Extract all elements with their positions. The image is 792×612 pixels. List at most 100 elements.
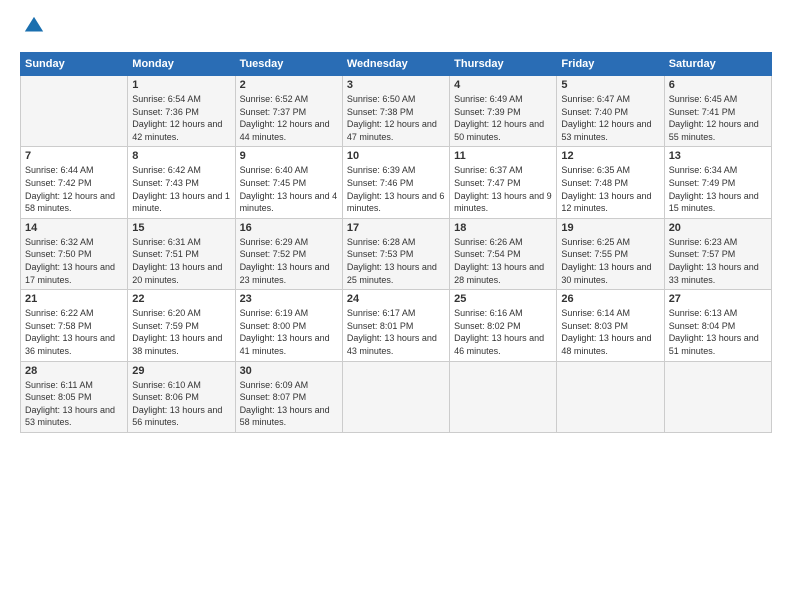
calendar-cell: 12 Sunrise: 6:35 AMSunset: 7:48 PMDayligh… [557,147,664,218]
day-number: 23 [240,293,338,305]
day-info: Sunrise: 6:49 AMSunset: 7:39 PMDaylight:… [454,93,552,143]
day-info: Sunrise: 6:28 AMSunset: 7:53 PMDaylight:… [347,236,445,286]
day-info: Sunrise: 6:52 AMSunset: 7:37 PMDaylight:… [240,93,338,143]
calendar-cell: 3 Sunrise: 6:50 AMSunset: 7:38 PMDaylight… [342,76,449,147]
day-number: 13 [669,150,767,162]
day-number: 16 [240,222,338,234]
day-info: Sunrise: 6:44 AMSunset: 7:42 PMDaylight:… [25,164,123,214]
day-info: Sunrise: 6:22 AMSunset: 7:58 PMDaylight:… [25,307,123,357]
day-number: 26 [561,293,659,305]
calendar-week-2: 7 Sunrise: 6:44 AMSunset: 7:42 PMDaylight… [21,147,772,218]
calendar-cell [450,361,557,432]
calendar-cell: 23 Sunrise: 6:19 AMSunset: 8:00 PMDayligh… [235,290,342,361]
day-number: 12 [561,150,659,162]
day-number: 30 [240,365,338,377]
day-number: 1 [132,79,230,91]
calendar-week-3: 14Sunrise: 6:32 AMSunset: 7:50 PMDayligh… [21,218,772,289]
weekday-header-wednesday: Wednesday [342,53,449,76]
day-info: Sunrise: 6:23 AMSunset: 7:57 PMDaylight:… [669,236,767,286]
logo-icon [23,15,45,42]
calendar-cell: 4 Sunrise: 6:49 AMSunset: 7:39 PMDaylight… [450,76,557,147]
day-number: 24 [347,293,445,305]
day-number: 6 [669,79,767,91]
calendar-cell: 8 Sunrise: 6:42 AMSunset: 7:43 PMDaylight… [128,147,235,218]
calendar-cell: 26 Sunrise: 6:14 AMSunset: 8:03 PMDayligh… [557,290,664,361]
weekday-header-sunday: Sunday [21,53,128,76]
weekday-row: SundayMondayTuesdayWednesdayThursdayFrid… [21,53,772,76]
calendar-cell: 11 Sunrise: 6:37 AMSunset: 7:47 PMDayligh… [450,147,557,218]
calendar-week-1: 1Sunrise: 6:54 AMSunset: 7:36 PMDaylight… [21,76,772,147]
day-info: Sunrise: 6:47 AMSunset: 7:40 PMDaylight:… [561,93,659,143]
calendar-week-5: 28Sunrise: 6:11 AMSunset: 8:05 PMDayligh… [21,361,772,432]
calendar-cell: 13 Sunrise: 6:34 AMSunset: 7:49 PMDayligh… [664,147,771,218]
calendar-cell: 10Sunrise: 6:39 AMSunset: 7:46 PMDayligh… [342,147,449,218]
day-number: 22 [132,293,230,305]
day-info: Sunrise: 6:26 AMSunset: 7:54 PMDaylight:… [454,236,552,286]
day-number: 19 [561,222,659,234]
weekday-header-monday: Monday [128,53,235,76]
day-info: Sunrise: 6:34 AMSunset: 7:49 PMDaylight:… [669,164,767,214]
day-number: 4 [454,79,552,91]
weekday-header-saturday: Saturday [664,53,771,76]
calendar-cell: 6Sunrise: 6:45 AMSunset: 7:41 PMDaylight… [664,76,771,147]
logo [20,15,45,42]
day-number: 29 [132,365,230,377]
calendar-cell [664,361,771,432]
day-number: 7 [25,150,123,162]
day-number: 2 [240,79,338,91]
calendar-cell: 27Sunrise: 6:13 AMSunset: 8:04 PMDayligh… [664,290,771,361]
day-info: Sunrise: 6:50 AMSunset: 7:38 PMDaylight:… [347,93,445,143]
day-number: 21 [25,293,123,305]
day-number: 9 [240,150,338,162]
calendar-cell: 24 Sunrise: 6:17 AMSunset: 8:01 PMDayligh… [342,290,449,361]
calendar-header: SundayMondayTuesdayWednesdayThursdayFrid… [21,53,772,76]
day-info: Sunrise: 6:35 AMSunset: 7:48 PMDaylight:… [561,164,659,214]
calendar-body: 1Sunrise: 6:54 AMSunset: 7:36 PMDaylight… [21,76,772,433]
calendar-cell: 17 Sunrise: 6:28 AMSunset: 7:53 PMDayligh… [342,218,449,289]
day-number: 25 [454,293,552,305]
calendar-table: SundayMondayTuesdayWednesdayThursdayFrid… [20,52,772,433]
day-number: 5 [561,79,659,91]
calendar-cell: 30 Sunrise: 6:09 AMSunset: 8:07 PMDayligh… [235,361,342,432]
calendar-cell: 16Sunrise: 6:29 AMSunset: 7:52 PMDayligh… [235,218,342,289]
day-number: 11 [454,150,552,162]
page: SundayMondayTuesdayWednesdayThursdayFrid… [0,0,792,612]
header [20,15,772,42]
day-info: Sunrise: 6:40 AMSunset: 7:45 PMDaylight:… [240,164,338,214]
day-number: 3 [347,79,445,91]
day-info: Sunrise: 6:09 AMSunset: 8:07 PMDaylight:… [240,379,338,429]
calendar-cell [342,361,449,432]
calendar-cell: 25 Sunrise: 6:16 AMSunset: 8:02 PMDayligh… [450,290,557,361]
day-info: Sunrise: 6:20 AMSunset: 7:59 PMDaylight:… [132,307,230,357]
weekday-header-thursday: Thursday [450,53,557,76]
calendar-cell: 9 Sunrise: 6:40 AMSunset: 7:45 PMDaylight… [235,147,342,218]
calendar-cell: 1Sunrise: 6:54 AMSunset: 7:36 PMDaylight… [128,76,235,147]
day-info: Sunrise: 6:37 AMSunset: 7:47 PMDaylight:… [454,164,552,214]
weekday-header-tuesday: Tuesday [235,53,342,76]
day-info: Sunrise: 6:32 AMSunset: 7:50 PMDaylight:… [25,236,123,286]
day-info: Sunrise: 6:31 AMSunset: 7:51 PMDaylight:… [132,236,230,286]
day-number: 28 [25,365,123,377]
weekday-header-friday: Friday [557,53,664,76]
calendar-cell: 21 Sunrise: 6:22 AMSunset: 7:58 PMDayligh… [21,290,128,361]
day-number: 15 [132,222,230,234]
calendar-cell: 2 Sunrise: 6:52 AMSunset: 7:37 PMDaylight… [235,76,342,147]
calendar-cell: 7 Sunrise: 6:44 AMSunset: 7:42 PMDaylight… [21,147,128,218]
day-number: 17 [347,222,445,234]
calendar-cell: 14Sunrise: 6:32 AMSunset: 7:50 PMDayligh… [21,218,128,289]
calendar-cell: 15 Sunrise: 6:31 AMSunset: 7:51 PMDayligh… [128,218,235,289]
calendar-cell: 29 Sunrise: 6:10 AMSunset: 8:06 PMDayligh… [128,361,235,432]
day-number: 10 [347,150,445,162]
day-info: Sunrise: 6:14 AMSunset: 8:03 PMDaylight:… [561,307,659,357]
day-info: Sunrise: 6:16 AMSunset: 8:02 PMDaylight:… [454,307,552,357]
calendar-cell: 5 Sunrise: 6:47 AMSunset: 7:40 PMDaylight… [557,76,664,147]
day-number: 8 [132,150,230,162]
day-info: Sunrise: 6:19 AMSunset: 8:00 PMDaylight:… [240,307,338,357]
calendar-cell [557,361,664,432]
day-info: Sunrise: 6:10 AMSunset: 8:06 PMDaylight:… [132,379,230,429]
day-info: Sunrise: 6:42 AMSunset: 7:43 PMDaylight:… [132,164,230,214]
day-info: Sunrise: 6:13 AMSunset: 8:04 PMDaylight:… [669,307,767,357]
day-info: Sunrise: 6:17 AMSunset: 8:01 PMDaylight:… [347,307,445,357]
calendar-cell [21,76,128,147]
calendar-cell: 19Sunrise: 6:25 AMSunset: 7:55 PMDayligh… [557,218,664,289]
